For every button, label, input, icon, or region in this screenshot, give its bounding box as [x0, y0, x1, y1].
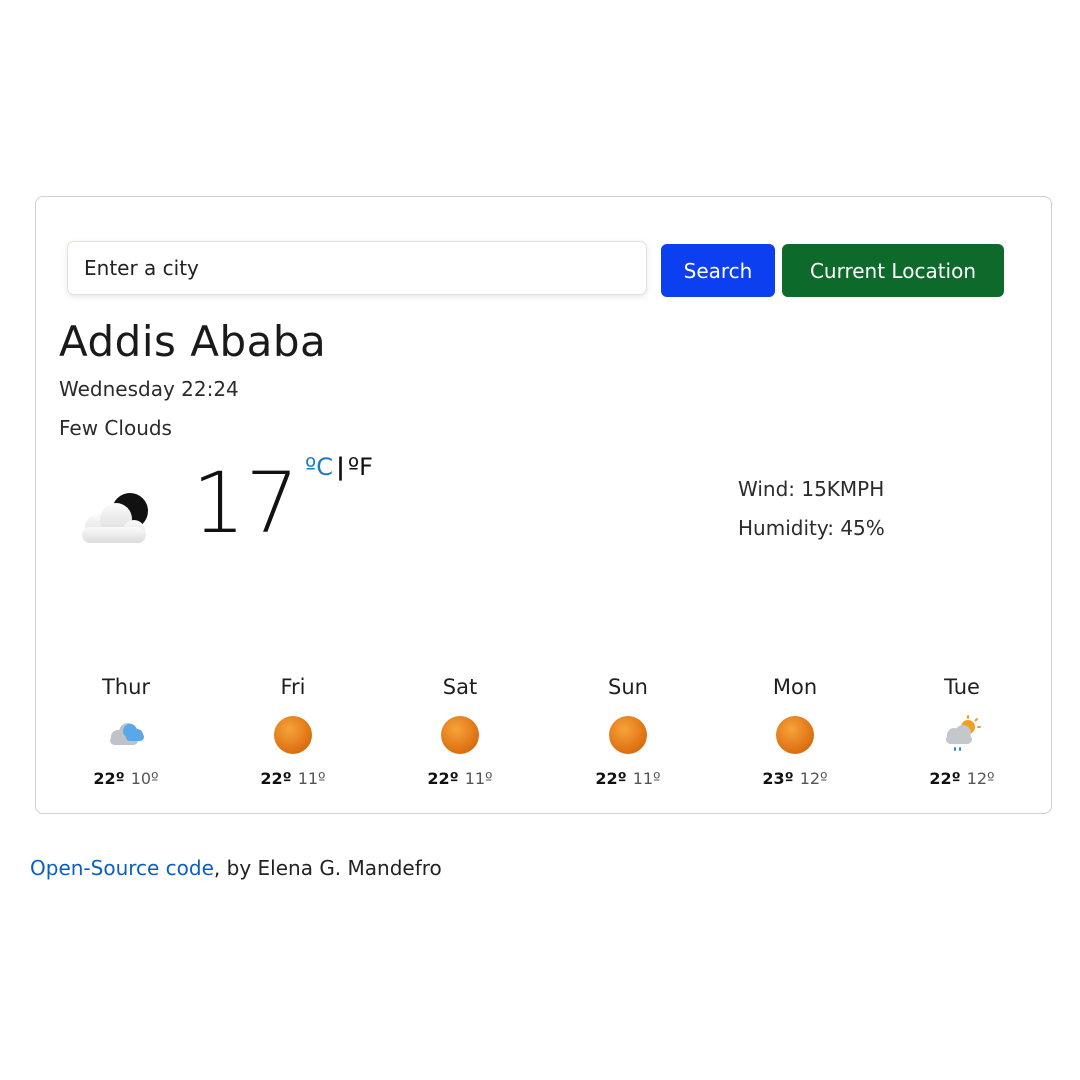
forecast-temps: 22º 10º: [71, 769, 181, 788]
forecast-temps: 23º 12º: [740, 769, 850, 788]
forecast-temps: 22º 11º: [238, 769, 348, 788]
sun-cloud-rain-icon: [946, 715, 981, 751]
forecast-day-name: Fri: [280, 675, 306, 699]
sun-icon: [776, 716, 814, 754]
forecast-day-name: Tue: [944, 675, 980, 699]
weather-card: Search Current Location Addis Ababa Wedn…: [35, 196, 1052, 814]
footer: Open-Source code, by Elena G. Mandefro: [30, 856, 442, 880]
unit-separator: |: [336, 453, 345, 481]
cloud-rain-icon: [110, 723, 144, 745]
forecast-day: Fri 22º 11º: [238, 673, 348, 788]
forecast-day: Tue 22º 12º: [907, 673, 1017, 788]
forecast-temps: 22º 11º: [573, 769, 683, 788]
forecast-max-temp: 22º: [260, 769, 292, 788]
forecast-day: Sun 22º 11º: [573, 673, 683, 788]
open-source-link[interactable]: Open-Source code: [30, 856, 214, 880]
forecast-min-temp: 12º: [799, 769, 828, 788]
forecast-min-temp: 11º: [297, 769, 326, 788]
forecast-max-temp: 22º: [93, 769, 125, 788]
forecast: Thur 22º 10º Fri 22º 11º Sat 22º 11º Sun…: [36, 673, 1051, 793]
forecast-temps: 22º 12º: [907, 769, 1017, 788]
wind-speed: Wind: 15KMPH: [738, 477, 885, 501]
forecast-max-temp: 22º: [427, 769, 459, 788]
forecast-max-temp: 23º: [762, 769, 794, 788]
forecast-day: Thur 22º 10º: [71, 673, 181, 788]
city-search-input[interactable]: [67, 241, 647, 295]
forecast-max-temp: 22º: [929, 769, 961, 788]
sun-icon: [609, 716, 647, 754]
forecast-day-name: Mon: [772, 675, 818, 699]
fahrenheit-link[interactable]: ºF: [348, 453, 373, 481]
forecast-min-temp: 11º: [464, 769, 493, 788]
forecast-day-name: Thur: [101, 675, 151, 699]
sun-icon: [274, 716, 312, 754]
forecast-max-temp: 22º: [595, 769, 627, 788]
weather-description: Few Clouds: [59, 416, 172, 440]
sun-icon: [441, 716, 479, 754]
unit-toggle: ºC | ºF: [305, 453, 373, 481]
celsius-link[interactable]: ºC: [305, 453, 333, 481]
weather-details: Wind: 15KMPH Humidity: 45%: [738, 470, 885, 548]
city-name: Addis Ababa: [59, 317, 327, 366]
forecast-min-temp: 12º: [966, 769, 995, 788]
forecast-min-temp: 10º: [130, 769, 159, 788]
few-clouds-night-icon: [82, 493, 148, 543]
author-credit: , by Elena G. Mandefro: [213, 856, 442, 880]
forecast-day-name: Sat: [442, 675, 478, 699]
forecast-temps: 22º 11º: [405, 769, 515, 788]
humidity: Humidity: 45%: [738, 516, 885, 540]
forecast-day-name: Sun: [608, 675, 648, 699]
forecast-day: Mon 23º 12º: [740, 673, 850, 788]
forecast-day: Sat 22º 11º: [405, 673, 515, 788]
forecast-min-temp: 11º: [632, 769, 661, 788]
current-temperature: 17: [192, 454, 299, 552]
current-location-button[interactable]: Current Location: [782, 244, 1004, 297]
search-button[interactable]: Search: [661, 244, 775, 297]
date-time: Wednesday 22:24: [59, 377, 239, 401]
